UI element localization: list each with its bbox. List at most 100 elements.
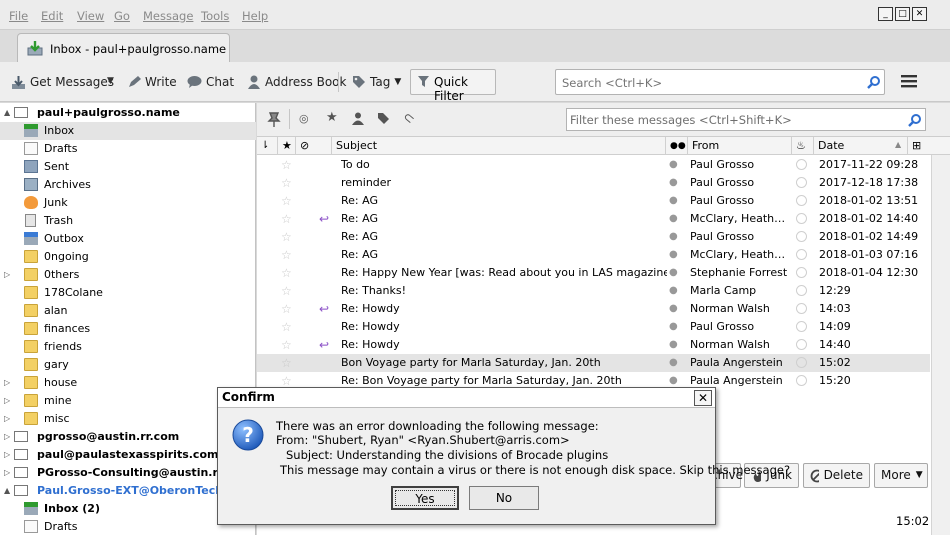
star-icon[interactable]: ☆ (281, 246, 292, 264)
get-messages-dropdown-icon[interactable]: ▼ (107, 76, 114, 86)
yes-button[interactable]: Yes (391, 486, 459, 510)
junk-status-icon[interactable] (796, 303, 807, 314)
message-row[interactable]: ☆ ● Re: Howdy Paul Grosso 14:09 (257, 318, 930, 336)
read-status-icon[interactable]: ● (669, 156, 678, 174)
folder-item[interactable]: Junk (0, 194, 256, 212)
search-icon[interactable] (867, 75, 881, 89)
junk-column-icon[interactable]: ♨ (791, 137, 813, 155)
message-row[interactable]: ☆ ● Bon Voyage party for Marla Saturday, J… (257, 354, 930, 372)
folder-item[interactable]: 0ngoing (0, 248, 256, 266)
junk-status-icon[interactable] (796, 231, 807, 242)
expand-twisty-icon[interactable]: ▷ (4, 374, 10, 392)
write-button[interactable]: Write (127, 73, 177, 91)
date-column-header[interactable]: Date (813, 137, 907, 155)
read-status-icon[interactable]: ● (669, 354, 678, 372)
star-icon[interactable]: ☆ (281, 192, 292, 210)
expand-twisty-icon[interactable]: ▲ (4, 104, 10, 122)
contact-filter-icon[interactable] (352, 112, 364, 125)
star-icon[interactable]: ☆ (281, 174, 292, 192)
read-status-icon[interactable]: ● (669, 228, 678, 246)
attachment-filter-icon[interactable]: ⊂ (399, 109, 417, 128)
thread-scrollbar[interactable] (931, 155, 950, 535)
subject-column-header[interactable]: Subject (331, 137, 665, 155)
junk-status-icon[interactable] (796, 357, 807, 368)
filter-search-icon[interactable] (908, 113, 922, 127)
message-row[interactable]: ☆ ● Re: Thanks! Marla Camp 12:29 (257, 282, 930, 300)
address-book-button[interactable]: Address Book (247, 73, 346, 91)
star-icon[interactable]: ☆ (281, 336, 292, 354)
expand-twisty-icon[interactable]: ▷ (4, 410, 10, 428)
column-picker-icon[interactable]: ⊞ (907, 137, 930, 155)
menu-tools[interactable]: Tools (201, 9, 229, 23)
read-status-icon[interactable]: ● (669, 336, 678, 354)
more-button[interactable]: More ▼ (874, 463, 928, 488)
close-window-icon[interactable]: ✕ (912, 7, 927, 21)
pin-icon[interactable] (266, 112, 281, 127)
menu-file[interactable]: File (9, 9, 28, 23)
star-icon[interactable]: ☆ (281, 282, 292, 300)
message-row[interactable]: ☆ ● ↩ Re: Howdy Norman Walsh 14:40 (257, 336, 930, 354)
read-status-icon[interactable]: ● (669, 318, 678, 336)
menu-help[interactable]: Help (242, 9, 268, 23)
expand-twisty-icon[interactable]: ▷ (4, 428, 10, 446)
message-row[interactable]: ☆ ● ↩ Re: Howdy Norman Walsh 14:03 (257, 300, 930, 318)
folder-item[interactable]: friends (0, 338, 256, 356)
message-row[interactable]: ☆ ● Re: Happy New Year [was: Read about yo… (257, 264, 930, 282)
star-icon[interactable]: ☆ (281, 228, 292, 246)
hamburger-menu-icon[interactable] (901, 74, 917, 88)
filter-messages-input[interactable]: Filter these messages <Ctrl+Shift+K> (566, 108, 926, 131)
folder-item[interactable]: Archives (0, 176, 256, 194)
star-icon[interactable]: ☆ (281, 264, 292, 282)
read-status-icon[interactable]: ● (669, 282, 678, 300)
tab-inbox[interactable]: Inbox - paul+paulgrosso.name (17, 33, 230, 63)
folder-item[interactable]: Outbox (0, 230, 256, 248)
message-row[interactable]: ☆ ● Re: AG Paul Grosso 2018-01-02 13:51 (257, 192, 930, 210)
junk-status-icon[interactable] (796, 339, 807, 350)
quick-filter-button[interactable]: Quick Filter (410, 69, 496, 103)
expand-twisty-icon[interactable]: ▷ (4, 464, 10, 482)
folder-item[interactable]: ▷ 0thers (0, 266, 256, 284)
unread-filter-icon[interactable]: ◎ (299, 112, 309, 125)
star-column-icon[interactable]: ★ (277, 137, 295, 155)
junk-status-icon[interactable] (796, 285, 807, 296)
chat-button[interactable]: Chat (187, 73, 234, 91)
folder-item[interactable]: Sent (0, 158, 256, 176)
folder-item[interactable]: finances (0, 320, 256, 338)
read-status-icon[interactable]: ● (669, 246, 678, 264)
star-icon[interactable]: ☆ (281, 354, 292, 372)
from-column-header[interactable]: From (687, 137, 791, 155)
no-button[interactable]: No (469, 486, 539, 510)
folder-item[interactable]: gary (0, 356, 256, 374)
junk-status-icon[interactable] (796, 249, 807, 260)
junk-status-icon[interactable] (796, 267, 807, 278)
star-icon[interactable]: ☆ (281, 156, 292, 174)
star-icon[interactable]: ☆ (281, 210, 292, 228)
folder-item[interactable]: Trash (0, 212, 256, 230)
folder-item[interactable]: alan (0, 302, 256, 320)
minimize-icon[interactable]: _ (878, 7, 893, 21)
star-icon[interactable]: ☆ (281, 300, 292, 318)
folder-item[interactable]: ▲ paul+paulgrosso.name (0, 104, 256, 122)
menu-go[interactable]: Go (114, 9, 130, 23)
junk-status-icon[interactable] (796, 177, 807, 188)
folder-item[interactable]: Inbox (0, 122, 256, 140)
read-status-icon[interactable]: ● (669, 174, 678, 192)
expand-twisty-icon[interactable]: ▷ (4, 266, 10, 284)
thread-column-icon[interactable]: ⇂ (257, 137, 277, 155)
expand-twisty-icon[interactable]: ▷ (4, 446, 10, 464)
junk-status-icon[interactable] (796, 195, 807, 206)
junk-status-icon[interactable] (796, 159, 807, 170)
message-row[interactable]: ☆ ● ↩ Re: AG McClary, Heather ... 2018-01-02 … (257, 210, 930, 228)
message-row[interactable]: ☆ ● reminder Paul Grosso 2017-12-18 17:38 (257, 174, 930, 192)
starred-filter-icon[interactable]: ★ (326, 110, 338, 125)
expand-twisty-icon[interactable]: ▷ (4, 392, 10, 410)
message-row[interactable]: ☆ ● Re: AG Paul Grosso 2018-01-02 14:49 (257, 228, 930, 246)
attachment-column-icon[interactable]: ⊘ (295, 137, 331, 155)
message-row[interactable]: ☆ ● To do Paul Grosso 2017-11-22 09:28 (257, 156, 930, 174)
menu-view[interactable]: View (77, 9, 104, 23)
junk-status-icon[interactable] (796, 321, 807, 332)
folder-item[interactable]: 178Colane (0, 284, 256, 302)
read-status-icon[interactable]: ● (669, 264, 678, 282)
maximize-icon[interactable]: □ (895, 7, 910, 21)
expand-twisty-icon[interactable]: ▲ (4, 482, 10, 500)
